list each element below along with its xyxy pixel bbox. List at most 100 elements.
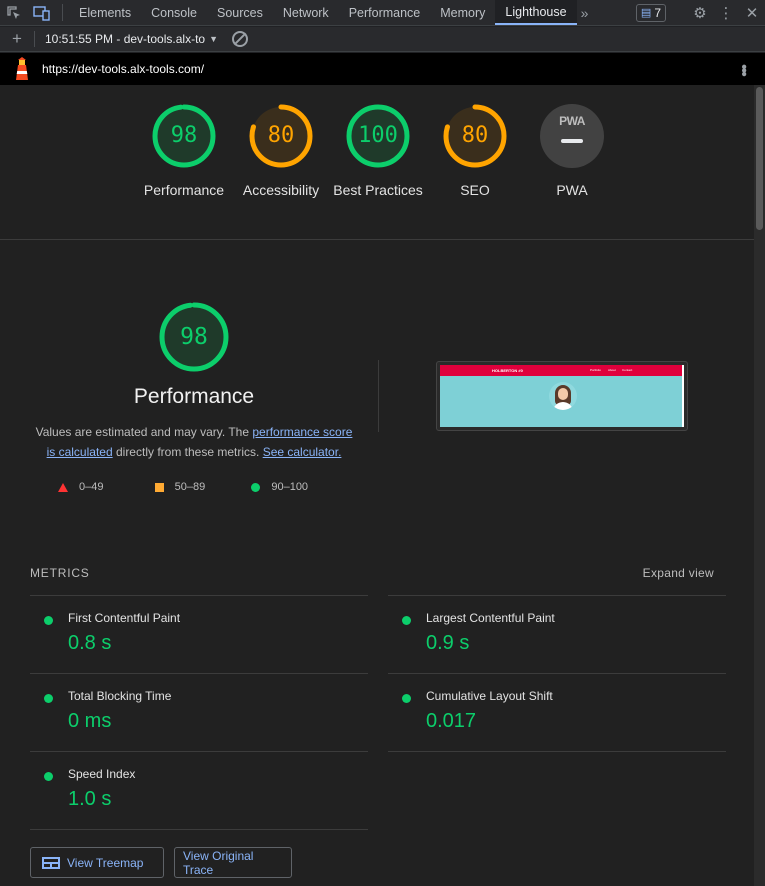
pwa-dash [561,139,583,143]
metrics-header: METRICS Expand view [30,566,714,580]
score-gauge-seo[interactable]: 80 SEO [425,103,525,200]
tabbar-separator [62,4,63,21]
issues-icon: ▤ [640,7,652,19]
lighthouse-report: 98 Performance 80 Accessibility 100 Best… [0,85,754,886]
metrics-heading: METRICS [30,566,90,580]
avatar [549,382,577,410]
screenshot-nav-item: Portfolio [590,368,602,372]
legend-fail: 0–49 [58,481,155,493]
metric-divider [30,751,368,752]
tab-memory[interactable]: Memory [430,0,495,25]
tab-lighthouse[interactable]: Lighthouse [495,0,577,25]
gauge-ring: 80 [248,103,314,169]
report-select-label: 10:51:55 PM - dev-tools.alx-to [45,32,206,46]
screenshot-header: HOLBERTON #0 Portfolio About Contact [440,365,682,376]
metric-name: Largest Contentful Paint [426,611,555,625]
tab-performance[interactable]: Performance [339,0,431,25]
expand-view-toggle[interactable]: Expand view [643,566,714,580]
report-select[interactable]: 10:51:55 PM - dev-tools.alx-to ▼ [45,32,218,46]
pass-indicator-icon [44,616,53,625]
metric-name: Cumulative Layout Shift [426,689,553,703]
lighthouse-logo-icon [11,57,33,81]
legend-average-label: 50–89 [174,481,206,493]
tab-network[interactable]: Network [273,0,339,25]
score-value: 80 [267,123,295,148]
pass-indicator-icon [402,694,411,703]
circle-icon [251,482,261,492]
screenshot-nav-item: About [608,368,616,372]
score-gauge-best-practices[interactable]: 100 Best Practices [328,103,428,200]
chevron-down-icon: ▼ [209,34,218,44]
tab-console[interactable]: Console [141,0,207,25]
score-gauge-performance[interactable]: 98 Performance [134,103,234,200]
inspect-element-icon[interactable] [0,0,28,25]
report-url: https://dev-tools.alx-tools.com/ [42,62,205,76]
pwa-badge-text: PWA [559,114,585,128]
report-menu-icon[interactable]: ••• [735,64,752,75]
metric-divider [30,595,368,596]
scrollbar-thumb[interactable] [756,87,763,230]
desc-middle: directly from these metrics. [112,445,263,459]
devtools-tabbar: Elements Console Sources Network Perform… [0,0,765,26]
report-url-bar: https://dev-tools.alx-tools.com/ ••• [0,53,765,85]
see-calculator-link[interactable]: See calculator. [263,445,342,459]
metric-name: Total Blocking Time [68,689,172,703]
pass-indicator-icon [44,772,53,781]
metric-value: 1.0 s [68,788,112,810]
triangle-icon [58,482,68,492]
gear-icon[interactable]: ⚙ [687,0,713,26]
legend-pass: 90–100 [251,481,348,493]
metric-divider [30,829,368,830]
treemap-icon [42,856,60,869]
metric-name: First Contentful Paint [68,611,181,625]
gauge-ring: 80 [442,103,508,169]
metric-divider [388,751,726,752]
view-trace-label: View Original Trace [183,848,254,877]
desc-prefix: Values are estimated and may vary. The [35,425,253,439]
issues-badge[interactable]: ▤ 7 [635,3,666,22]
final-screenshot[interactable]: HOLBERTON #0 Portfolio About Contact [436,361,688,431]
avatar-face [558,388,568,400]
metric-value: 0.9 s [426,632,470,654]
score-gauge-accessibility[interactable]: 80 Accessibility [231,103,331,200]
more-tabs-icon[interactable]: » [577,0,593,25]
view-original-trace-button[interactable]: View Original Trace [174,847,292,878]
device-toolbar-icon[interactable] [28,0,56,25]
report-scrollbar[interactable] [754,85,765,886]
metric-divider [388,673,726,674]
toolbar-separator [34,31,35,47]
metric-divider [30,673,368,674]
score-label: Best Practices [333,182,423,198]
gauge-ring: 100 [345,103,411,169]
screenshot-scrollbar [682,365,684,427]
score-value: 100 [358,123,398,148]
score-label: Performance [143,182,225,198]
performance-description: Values are estimated and may vary. The p… [30,422,358,462]
metric-value: 0 ms [68,710,112,732]
vertical-divider [378,360,379,432]
performance-title: Performance [133,385,255,408]
score-label: PWA [556,182,588,198]
screenshot-nav-item: Contact [622,368,633,372]
view-treemap-button[interactable]: View Treemap [30,847,164,878]
screenshot-page: HOLBERTON #0 Portfolio About Contact [440,365,684,427]
pass-indicator-icon [402,616,411,625]
metric-value: 0.017 [426,710,477,732]
pass-indicator-icon [44,694,53,703]
score-value: 98 [170,123,198,148]
square-icon [154,482,164,492]
clear-all-icon[interactable] [232,31,248,47]
legend-pass-label: 90–100 [271,481,309,493]
tab-sources[interactable]: Sources [207,0,273,25]
score-gauge-pwa[interactable]: PWA PWA [522,103,622,200]
lighthouse-toolbar: + 10:51:55 PM - dev-tools.alx-to ▼ [0,27,765,52]
score-label: Accessibility [242,182,320,198]
issues-count: 7 [654,5,661,20]
new-report-icon[interactable]: + [0,29,34,49]
score-value: 80 [461,123,489,148]
view-treemap-label: View Treemap [67,855,144,870]
metric-value: 0.8 s [68,632,112,654]
tab-elements[interactable]: Elements [69,0,141,25]
close-icon[interactable]: ✕ [739,0,765,26]
kebab-menu-icon[interactable]: ⋮ [713,0,739,26]
